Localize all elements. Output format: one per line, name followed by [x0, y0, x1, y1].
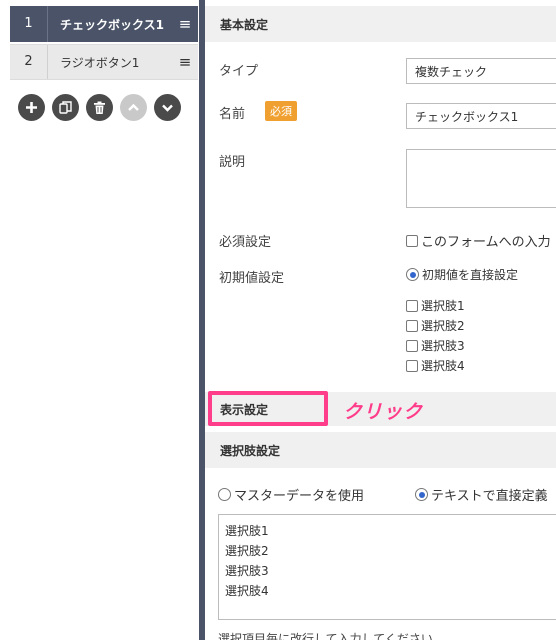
form-editor: 1 チェックボックス1 ≡ 2 ラジオボタン1 ≡ 基本設定 タイプ 複数チェッ… [0, 0, 556, 640]
basic-settings-header[interactable]: 基本設定 [205, 6, 556, 42]
name-input[interactable]: チェックボックス1 [406, 103, 556, 129]
choice-line: 選択肢1 [225, 524, 269, 538]
text-define-radio-row[interactable]: テキストで直接定義 [415, 485, 548, 504]
add-icon[interactable] [18, 94, 45, 121]
description-textarea[interactable] [406, 149, 556, 208]
field-label: ラジオボタン1 [60, 55, 140, 70]
text-define-radio-label: テキストで直接定義 [431, 489, 548, 504]
description-label: 説明 [219, 155, 246, 170]
initial-choice-row[interactable]: 選択肢1 [406, 297, 465, 314]
field-number: 1 [10, 6, 48, 42]
initial-choice-row[interactable]: 選択肢4 [406, 357, 465, 374]
trash-icon[interactable] [86, 94, 113, 121]
drag-handle-icon[interactable]: ≡ [172, 53, 198, 71]
master-data-radio[interactable] [218, 488, 231, 501]
choices-textarea[interactable]: 選択肢1 選択肢2 選択肢3 選択肢4 [218, 514, 556, 620]
copy-icon[interactable] [52, 94, 79, 121]
choice-line: 選択肢4 [225, 584, 269, 598]
choice-label: 選択肢3 [421, 339, 465, 353]
field-number: 2 [10, 45, 48, 79]
required-checkbox[interactable] [406, 234, 418, 247]
choice-checkbox[interactable] [406, 359, 418, 372]
initial-direct-radio-row[interactable]: 初期値を直接設定 [406, 266, 518, 283]
master-data-radio-label: マスターデータを使用 [234, 489, 365, 504]
initial-choice-row[interactable]: 選択肢2 [406, 317, 465, 334]
drag-handle-icon[interactable]: ≡ [172, 15, 198, 33]
field-list-sidebar: 1 チェックボックス1 ≡ 2 ラジオボタン1 ≡ [10, 0, 198, 640]
required-setting-label: 必須設定 [219, 235, 272, 250]
initial-choice-row[interactable]: 選択肢3 [406, 337, 465, 354]
choice-label: 選択肢4 [421, 359, 465, 373]
field-item-checkbox[interactable]: 1 チェックボックス1 ≡ [10, 6, 198, 42]
type-select[interactable]: 複数チェック [406, 58, 556, 84]
choices-hint: 選択項目毎に改行して入力してください [218, 632, 433, 640]
choice-checkbox[interactable] [406, 319, 418, 332]
initial-direct-radio[interactable] [406, 268, 419, 281]
choice-label: 選択肢1 [421, 299, 465, 313]
chevron-down-icon[interactable] [154, 94, 181, 121]
choice-checkbox[interactable] [406, 339, 418, 352]
name-label: 名前 [219, 107, 246, 122]
chevron-up-icon[interactable] [120, 94, 147, 121]
choice-label: 選択肢2 [421, 319, 465, 333]
type-label: タイプ [219, 64, 259, 79]
field-label: チェックボックス1 [60, 17, 164, 32]
initial-direct-radio-label: 初期値を直接設定 [422, 268, 519, 282]
click-annotation: クリック [343, 401, 424, 423]
text-define-radio[interactable] [415, 488, 428, 501]
master-data-radio-row[interactable]: マスターデータを使用 [218, 485, 364, 504]
field-item-radio[interactable]: 2 ラジオボタン1 ≡ [10, 44, 198, 80]
choice-line: 選択肢2 [225, 544, 269, 558]
highlight-box [208, 391, 328, 426]
initial-value-label: 初期値設定 [219, 271, 285, 286]
required-checkbox-row[interactable]: このフォームへの入力 [406, 231, 551, 250]
required-badge: 必須 [265, 101, 297, 121]
choice-line: 選択肢3 [225, 564, 269, 578]
settings-panel: 基本設定 タイプ 複数チェック 名前 必須 チェックボックス1 説明 必須設定 … [205, 0, 556, 640]
choice-settings-header[interactable]: 選択肢設定 [205, 432, 556, 468]
required-checkbox-label: このフォームへの入力 [421, 235, 551, 250]
choice-checkbox[interactable] [406, 299, 418, 312]
field-toolbar [18, 94, 181, 121]
